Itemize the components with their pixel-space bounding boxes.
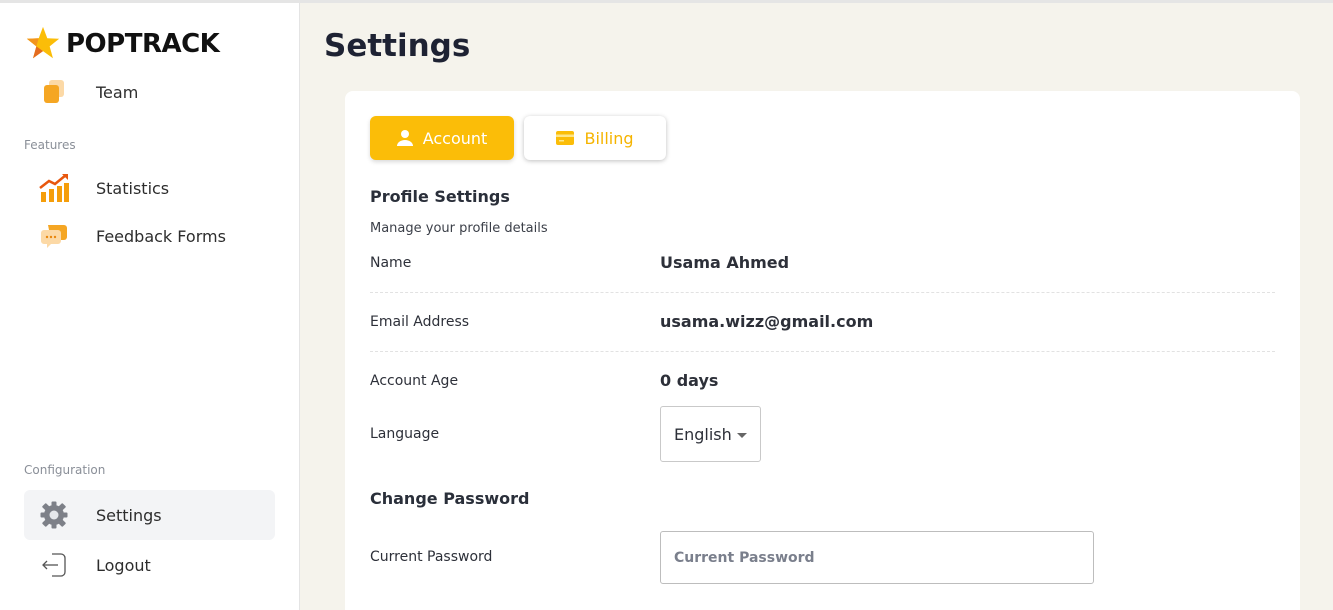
account-age-label: Account Age <box>370 373 459 389</box>
sidebar-item-label: Feedback Forms <box>96 226 226 246</box>
tab-label: Billing <box>584 128 634 148</box>
sidebar-item-label: Logout <box>96 555 151 575</box>
tab-billing[interactable]: Billing <box>524 116 666 160</box>
statistics-icon <box>38 172 70 204</box>
current-password-label: Current Password <box>370 549 493 565</box>
sidebar-item-label: Statistics <box>96 178 170 198</box>
tab-account[interactable]: Account <box>370 116 514 160</box>
language-label: Language <box>370 426 440 442</box>
tab-label: Account <box>422 128 488 148</box>
sidebar-item-settings[interactable]: Settings <box>24 490 275 540</box>
page-title: Settings <box>324 28 471 64</box>
star-logo-icon <box>26 26 60 59</box>
account-age-value: 0 days <box>660 371 719 390</box>
section-label-configuration: Configuration <box>24 463 106 477</box>
sidebar-item-label: Team <box>96 82 139 102</box>
divider <box>370 351 1275 352</box>
sidebar-item-team[interactable]: Team <box>24 67 275 117</box>
sidebar-item-feedback-forms[interactable]: Feedback Forms <box>24 211 275 261</box>
language-select[interactable]: English <box>660 406 761 462</box>
section-label-features: Features <box>24 138 76 152</box>
profile-settings-heading: Profile Settings <box>370 187 510 206</box>
logo-text: POPTRACK <box>66 29 220 59</box>
team-icon <box>38 76 70 108</box>
language-select-value: English <box>674 424 732 444</box>
profile-settings-subtitle: Manage your profile details <box>370 221 548 236</box>
card-icon <box>556 131 575 145</box>
user-icon <box>396 129 413 147</box>
email-label: Email Address <box>370 314 470 330</box>
divider <box>370 292 1275 293</box>
sidebar-item-statistics[interactable]: Statistics <box>24 163 275 213</box>
settings-card: Account Billing Profile Settings Manage … <box>345 91 1300 610</box>
change-password-heading: Change Password <box>370 489 530 508</box>
name-label: Name <box>370 255 412 271</box>
sidebar-item-label: Settings <box>96 505 162 525</box>
gear-icon <box>38 499 70 531</box>
email-value: usama.wizz@gmail.com <box>660 312 874 331</box>
logout-icon <box>38 549 70 581</box>
caret-down-icon <box>737 433 747 438</box>
current-password-input[interactable] <box>660 531 1094 584</box>
logo[interactable]: POPTRACK <box>24 25 220 63</box>
feedback-icon <box>38 220 70 252</box>
name-value: Usama Ahmed <box>660 253 790 272</box>
sidebar-item-logout[interactable]: Logout <box>24 540 275 590</box>
sidebar: POPTRACK Team Features Statistics Feedba… <box>0 3 300 610</box>
